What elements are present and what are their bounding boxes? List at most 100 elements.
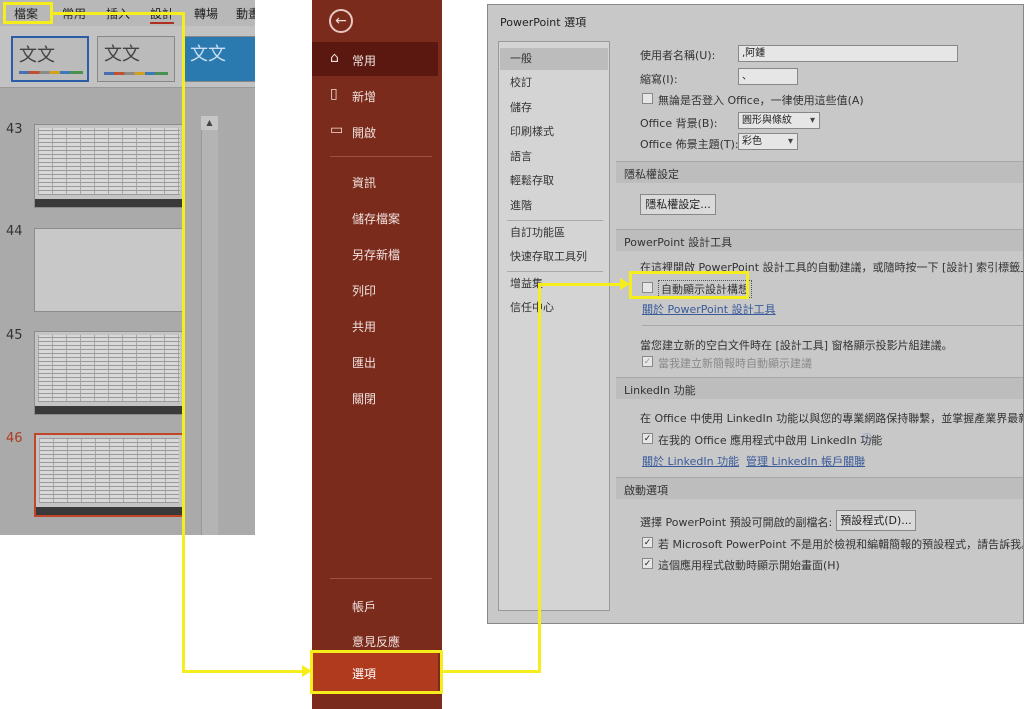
slide-number: 44 [6, 224, 23, 239]
connector-line [443, 670, 541, 673]
office-theme-select[interactable]: 彩色 [738, 133, 798, 150]
taskbar-image [35, 406, 183, 414]
about-linkedin-link[interactable]: 關於 LinkedIn 功能 [642, 453, 739, 469]
category-language[interactable]: 語言 [500, 146, 608, 168]
category-quick-access-toolbar[interactable]: 快速存取工具列 [500, 246, 608, 268]
powerpoint-options-dialog: PowerPoint 選項 一般 校訂 儲存 印刷樣式 語言 輕鬆存取 進階 自… [487, 4, 1024, 624]
powerpoint-window: 檔案 常用 插入 設計 轉場 動畫 文文 文文 文文 43 44 45 [0, 0, 255, 535]
default-extension-label: 選擇 PowerPoint 預設可開啟的副檔名: [640, 516, 833, 529]
nav-info[interactable]: 資訊 [312, 164, 438, 198]
info-icon[interactable]: ⓘ [862, 430, 872, 445]
theme-label: 文文 [19, 45, 55, 66]
theme-color-bar [104, 72, 168, 75]
nav-new[interactable]: ▯ 新增 [312, 78, 438, 112]
linkedin-section-header: LinkedIn 功能 [616, 377, 1023, 399]
slide-pane-scrollbar[interactable] [201, 116, 218, 535]
theme-color-bar [19, 71, 83, 74]
connector-line [538, 283, 622, 286]
nav-open[interactable]: ▭ 開啟 [312, 114, 438, 148]
new-blank-suggestions-label: 當我建立新簡報時自動顯示建議 [658, 357, 812, 370]
folder-icon: ▭ [330, 122, 344, 138]
dialog-title: PowerPoint 選項 [500, 16, 587, 29]
slide-number: 45 [6, 328, 23, 343]
nav-save[interactable]: 儲存檔案 [312, 200, 438, 234]
always-use-values-checkbox[interactable] [642, 93, 653, 104]
nav-close-label: 關閉 [352, 392, 377, 406]
category-general[interactable]: 一般 [500, 48, 608, 70]
category-proofing[interactable]: 校訂 [500, 72, 608, 94]
default-programs-button[interactable]: 預設程式(D)... [836, 510, 916, 531]
designer-section-header: PowerPoint 設計工具 [616, 229, 1023, 251]
show-start-screen-checkbox[interactable]: ✓ [642, 558, 653, 569]
category-typography[interactable]: 印刷樣式 [500, 121, 608, 143]
highlight-auto-design-ideas [629, 271, 749, 299]
theme-thumbnail-2[interactable]: 文文 [97, 36, 175, 82]
nav-share-label: 共用 [352, 320, 377, 334]
nav-print[interactable]: 列印 [312, 272, 438, 306]
nav-home-label: 常用 [352, 54, 377, 68]
tab-transitions[interactable]: 轉場 [194, 5, 218, 22]
nav-divider [330, 156, 432, 157]
slide-number: 46 [6, 431, 23, 446]
linkedin-description: 在 Office 中使用 LinkedIn 功能以與您的專業網路保持聯繫，並掌握… [640, 412, 1024, 425]
category-advanced[interactable]: 進階 [500, 195, 608, 217]
privacy-section-title: 隱私權設定 [624, 168, 679, 181]
office-background-select[interactable]: 圓形與條紋 [738, 112, 820, 129]
connector-line [53, 12, 185, 15]
slide-thumbnail-pane: 43 44 45 46 [0, 90, 200, 535]
nav-account[interactable]: 帳戶 [312, 588, 438, 622]
category-customize-ribbon[interactable]: 自訂功能區 [500, 222, 608, 244]
enable-linkedin-label: 在我的 Office 應用程式中啟用 LinkedIn 功能 [658, 434, 883, 447]
nav-print-label: 列印 [352, 284, 377, 298]
nav-export-label: 匯出 [352, 356, 377, 370]
theme-label: 文文 [104, 44, 140, 65]
nav-save-as[interactable]: 另存新檔 [312, 236, 438, 270]
user-name-label: 使用者名稱(U): [640, 49, 716, 62]
slide-number: 43 [6, 122, 23, 137]
nav-close[interactable]: 關閉 [312, 380, 438, 414]
privacy-settings-button[interactable]: 隱私權設定... [640, 194, 716, 215]
nav-export[interactable]: 匯出 [312, 344, 438, 378]
highlight-file-tab [3, 2, 53, 24]
taskbar-image [36, 507, 182, 515]
nav-info-label: 資訊 [352, 176, 377, 190]
not-default-warning-checkbox[interactable]: ✓ [642, 537, 653, 548]
initials-field[interactable]: 、 [738, 68, 798, 85]
office-background-label: Office 背景(B): [640, 117, 718, 130]
options-general-pane: 使用者名稱(U): ,阿鍾 縮寫(I): 、 無論是否登入 Office，一律使… [616, 41, 1024, 623]
slide-thumbnail-selected[interactable] [34, 433, 184, 517]
slide-thumbnail[interactable] [34, 331, 184, 415]
about-designer-link[interactable]: 關於 PowerPoint 設計工具 [642, 301, 776, 317]
category-accessibility[interactable]: 輕鬆存取 [500, 170, 608, 192]
home-icon: ⌂ [330, 50, 339, 66]
spreadsheet-image [38, 128, 180, 195]
theme-label: 文文 [190, 44, 226, 65]
slide-thumbnail[interactable] [34, 228, 184, 312]
nav-save-label: 儲存檔案 [352, 212, 401, 226]
nav-home[interactable]: ⌂ 常用 [312, 42, 438, 76]
nav-share[interactable]: 共用 [312, 308, 438, 342]
theme-thumbnail-3[interactable]: 文文 [183, 36, 255, 82]
startup-section-title: 啟動選項 [624, 484, 668, 497]
highlight-options-button [310, 650, 443, 694]
always-use-values-label: 無論是否登入 Office，一律使用這些值(A) [658, 94, 864, 107]
user-name-field[interactable]: ,阿鍾 [738, 45, 958, 62]
connector-line [538, 283, 541, 673]
new-blank-description: 當您建立新的空白文件時在 [設計工具] 窗格顯示投影片組建議。 [640, 339, 953, 352]
new-blank-suggestions-checkbox[interactable]: ✓ [642, 356, 653, 367]
slide-thumbnail[interactable] [34, 124, 184, 208]
manage-linkedin-link[interactable]: 管理 LinkedIn 帳戶關聯 [746, 453, 865, 469]
category-save[interactable]: 儲存 [500, 97, 608, 119]
show-start-screen-label: 這個應用程式啟動時顯示開始畫面(H) [658, 559, 840, 572]
category-divider [507, 271, 603, 272]
theme-gallery: 文文 文文 文文 [0, 26, 255, 88]
category-trust-center[interactable]: 信任中心 [500, 297, 608, 319]
backstage-nav: ← ⌂ 常用 ▯ 新增 ▭ 開啟 資訊 儲存檔案 另存新檔 列印 共用 匯出 關… [312, 0, 442, 709]
new-document-icon: ▯ [330, 86, 338, 102]
scroll-up-arrow-icon[interactable]: ▲ [201, 116, 218, 130]
tab-animations[interactable]: 動畫 [236, 5, 255, 22]
designer-divider [642, 325, 1023, 326]
back-arrow-icon[interactable]: ← [329, 9, 353, 33]
theme-thumbnail-1[interactable]: 文文 [11, 36, 89, 82]
enable-linkedin-checkbox[interactable]: ✓ [642, 433, 653, 444]
